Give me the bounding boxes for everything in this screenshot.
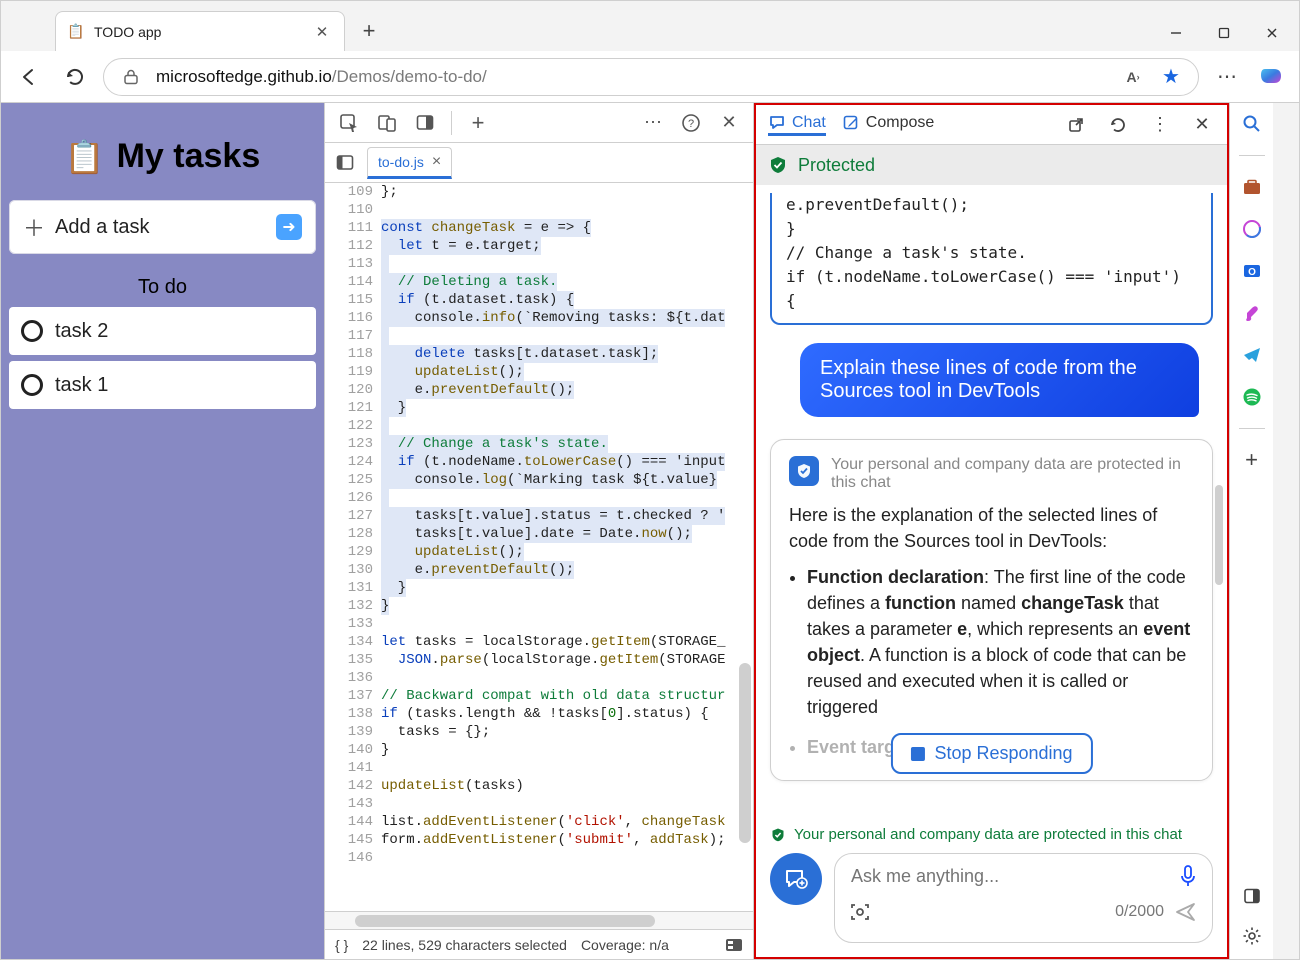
status-stepper-icon[interactable] (725, 938, 743, 952)
task-checkbox[interactable] (21, 320, 43, 342)
spotify-icon[interactable] (1239, 384, 1265, 410)
plus-icon: ＋ (23, 211, 45, 243)
code-gutter: 1091101111121131141151161171181191201211… (325, 183, 381, 911)
window-close-button[interactable] (1249, 15, 1295, 51)
task-checkbox[interactable] (21, 374, 43, 396)
read-aloud-icon[interactable]: A› (1120, 64, 1146, 90)
copilot-button[interactable] (1253, 59, 1289, 95)
copilot-more-icon[interactable]: ⋮ (1147, 112, 1173, 138)
nav-back-button[interactable] (11, 59, 47, 95)
shield-check-icon (770, 827, 786, 843)
copilot-refresh-icon[interactable] (1105, 112, 1131, 138)
protected-footer: Your personal and company data are prote… (756, 820, 1227, 853)
web-app-pane: 📋 My tasks ＋ Add a task ➜ To do task 2 ta… (1, 103, 324, 959)
clipboard-icon: 📋 (65, 138, 105, 176)
svg-text:?: ? (688, 118, 694, 130)
device-toggle-icon[interactable] (371, 107, 403, 139)
code-editor[interactable]: }; const changeTask = e => { let t = e.t… (381, 183, 753, 911)
open-external-icon[interactable] (1063, 112, 1089, 138)
devtools-more-icon[interactable]: ⋯ (637, 107, 669, 139)
assistant-message: Your personal and company data are prote… (770, 439, 1213, 781)
new-chat-button[interactable] (770, 853, 822, 905)
user-message: Explain these lines of code from the Sou… (800, 343, 1199, 417)
compose-icon (842, 114, 860, 132)
task-label: task 1 (55, 374, 108, 397)
devtools-help-icon[interactable]: ? (675, 107, 707, 139)
address-host: microsoftedge.github.io/Demos/demo-to-do… (156, 67, 487, 87)
file-tab-todo-js[interactable]: to-do.js × (367, 147, 452, 179)
svg-text:O: O (1248, 267, 1256, 278)
inspect-element-icon[interactable] (333, 107, 365, 139)
file-tab-label: to-do.js (378, 154, 424, 170)
copilot-close-icon[interactable]: ✕ (1189, 112, 1215, 138)
chat-icon (768, 114, 786, 132)
m365-icon[interactable] (1239, 216, 1265, 242)
page-title: My tasks (117, 137, 261, 176)
code-context-block: e.preventDefault();}// Change a task's s… (770, 193, 1213, 325)
tab-compose[interactable]: Compose (842, 114, 934, 136)
browser-tab[interactable]: 📋 TODO app ✕ (55, 11, 345, 51)
status-braces[interactable]: { } (335, 937, 348, 953)
site-lock-icon[interactable] (118, 64, 144, 90)
favorite-icon[interactable]: ★ (1158, 64, 1184, 90)
toggle-navigator-icon[interactable] (329, 147, 361, 179)
status-selection: 22 lines, 529 characters selected (362, 937, 567, 953)
tab-close-button[interactable]: ✕ (312, 22, 332, 42)
brush-icon[interactable] (1239, 300, 1265, 326)
response-intro: Here is the explanation of the selected … (789, 502, 1194, 554)
char-counter: 0/2000 (1115, 903, 1164, 921)
ask-input[interactable] (849, 865, 1168, 888)
devtools-panel: + ⋯ ? ✕ to-do.js × 109110111112113114115… (324, 103, 754, 959)
outlook-icon[interactable]: O (1239, 258, 1265, 284)
file-tab-close-icon[interactable]: × (432, 153, 441, 171)
telegram-icon[interactable] (1239, 342, 1265, 368)
mic-icon[interactable] (1178, 864, 1198, 888)
stop-icon (910, 747, 924, 761)
response-item-1: Function declaration: The first line of … (807, 564, 1194, 720)
add-task-input[interactable]: ＋ Add a task ➜ (9, 200, 316, 254)
send-icon[interactable] (1174, 900, 1198, 924)
protected-banner: Protected (756, 145, 1227, 185)
task-row[interactable]: task 2 (9, 307, 316, 355)
dock-side-icon[interactable] (409, 107, 441, 139)
new-tab-button[interactable]: + (351, 13, 387, 49)
sidebar-add-icon[interactable]: + (1239, 447, 1265, 473)
add-task-placeholder: Add a task (55, 216, 150, 239)
edge-sidebar: O + (1229, 103, 1273, 959)
devtools-close-icon[interactable]: ✕ (713, 107, 745, 139)
shield-icon (789, 456, 819, 486)
copilot-panel: Chat Compose ⋮ ✕ Protected (754, 103, 1229, 959)
stop-responding-button[interactable]: Stop Responding (890, 733, 1092, 774)
search-icon[interactable] (1239, 111, 1265, 137)
chat-scrollbar[interactable] (1215, 485, 1223, 585)
window-minimize-button[interactable] (1153, 15, 1199, 51)
code-horizontal-scrollbar[interactable] (325, 911, 753, 929)
task-row[interactable]: task 1 (9, 361, 316, 409)
ask-input-box[interactable]: 0/2000 (834, 853, 1213, 943)
sidebar-toggle-icon[interactable] (1239, 883, 1265, 909)
tab-chat[interactable]: Chat (768, 114, 826, 136)
protected-tip: Your personal and company data are prote… (831, 456, 1194, 492)
add-task-submit[interactable]: ➜ (276, 214, 302, 240)
list-heading: To do (9, 276, 316, 299)
clipboard-icon: 📋 (68, 24, 84, 40)
window-maximize-button[interactable] (1201, 15, 1247, 51)
tab-title: TODO app (94, 24, 302, 40)
address-bar[interactable]: microsoftedge.github.io/Demos/demo-to-do… (103, 58, 1199, 96)
more-menu-button[interactable]: ⋯ (1209, 59, 1245, 95)
status-coverage: Coverage: n/a (581, 937, 669, 953)
nav-refresh-button[interactable] (57, 59, 93, 95)
shield-check-icon (768, 155, 788, 175)
code-vertical-scrollbar[interactable] (739, 663, 751, 843)
task-label: task 2 (55, 320, 108, 343)
add-tab-icon[interactable]: + (462, 107, 494, 139)
scan-icon[interactable] (849, 901, 871, 923)
briefcase-icon[interactable] (1239, 174, 1265, 200)
settings-icon[interactable] (1239, 923, 1265, 949)
